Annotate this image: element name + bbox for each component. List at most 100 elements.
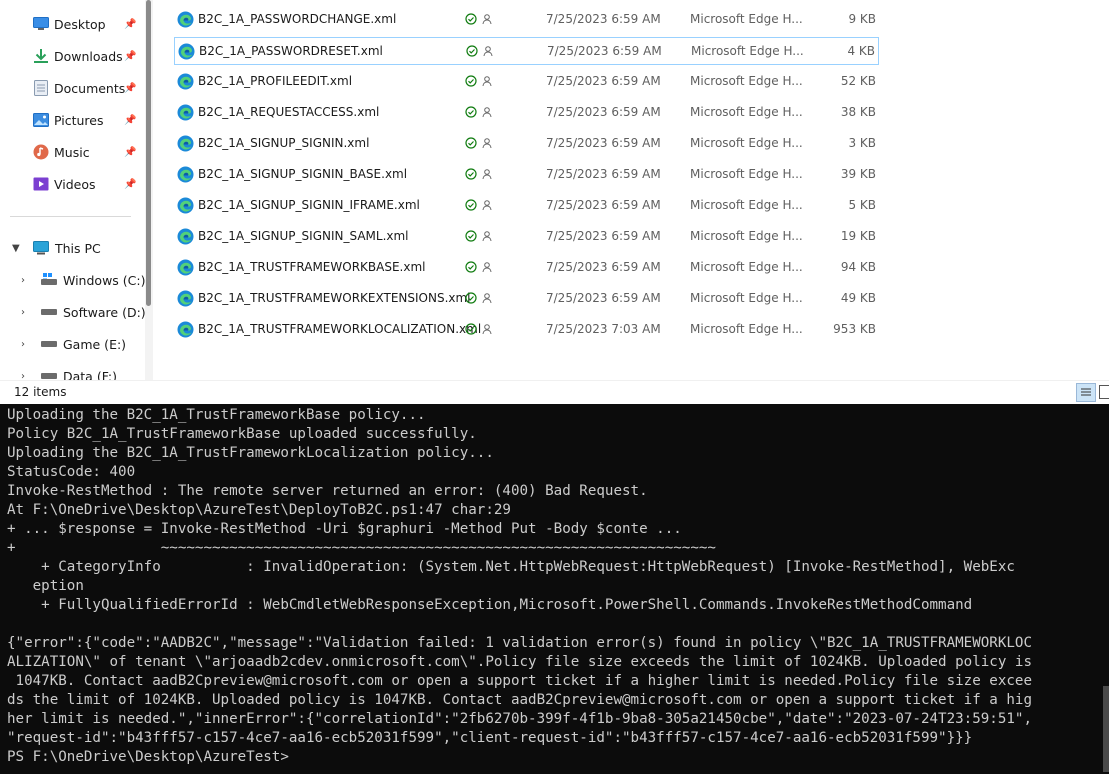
chevron-right-icon[interactable]: › <box>21 275 25 286</box>
nav-label-pictures: Pictures <box>54 112 104 128</box>
terminal-scrollbar[interactable] <box>1103 686 1109 772</box>
sync-status-icon <box>466 45 478 57</box>
edge-html-icon <box>177 166 194 183</box>
details-view-icon <box>1081 388 1091 396</box>
nav-label-drive-d: Software (D:) <box>63 304 145 320</box>
nav-item-drive-e[interactable]: › Game (E:) <box>0 330 145 358</box>
file-size: 5 KB <box>848 198 876 212</box>
file-list[interactable]: B2C_1A_PASSWORDCHANGE.xml 7/25/2023 6:59… <box>170 0 890 380</box>
file-type: Microsoft Edge H... <box>690 291 803 305</box>
terminal-line: 1047KB. Contact aadB2Cpreview@microsoft.… <box>7 673 1032 689</box>
drive-icon <box>41 304 57 320</box>
pin-icon[interactable]: 📌 <box>124 83 136 94</box>
file-date: 7/25/2023 6:59 AM <box>546 198 661 212</box>
powershell-terminal[interactable]: Uploading the B2C_1A_TrustFrameworkBase … <box>0 404 1109 774</box>
terminal-line: her limit is needed.","innerError":{"cor… <box>7 711 1032 727</box>
shared-person-icon <box>482 324 492 335</box>
file-date: 7/25/2023 6:59 AM <box>546 105 661 119</box>
nav-item-drive-d[interactable]: › Software (D:) <box>0 298 145 326</box>
nav-item-drive-f[interactable]: › Data (F:) <box>0 362 145 381</box>
file-row[interactable]: B2C_1A_SIGNUP_SIGNIN.xml 7/25/2023 6:59 … <box>174 130 879 158</box>
nav-item-documents[interactable]: Documents 📌 <box>0 74 145 102</box>
nav-label-drive-f: Data (F:) <box>63 368 118 381</box>
pin-icon[interactable]: 📌 <box>124 19 136 30</box>
file-name: B2C_1A_SIGNUP_SIGNIN.xml <box>198 136 370 150</box>
sync-status-icon <box>465 106 477 118</box>
this-pc-icon <box>33 240 49 256</box>
shared-person-icon <box>482 76 492 87</box>
nav-scrollbar-thumb[interactable] <box>146 0 151 306</box>
edge-html-icon <box>177 104 194 121</box>
nav-label-documents: Documents <box>54 80 126 96</box>
file-row[interactable]: B2C_1A_TRUSTFRAMEWORKBASE.xml 7/25/2023 … <box>174 254 879 282</box>
terminal-line: {"error":{"code":"AADB2C","message":"Val… <box>7 635 1032 651</box>
file-row[interactable]: B2C_1A_TRUSTFRAMEWORKLOCALIZATION.xml 7/… <box>174 316 879 344</box>
status-bar: 12 items <box>0 380 1109 405</box>
sync-status-icon <box>465 199 477 211</box>
sync-status-icon <box>465 75 477 87</box>
file-date: 7/25/2023 7:03 AM <box>546 322 661 336</box>
shared-person-icon <box>483 46 493 57</box>
windows-drive-icon <box>41 272 57 288</box>
nav-item-pictures[interactable]: Pictures 📌 <box>0 106 145 134</box>
terminal-line: ALIZATION\" of tenant \"arjoaadb2cdev.on… <box>7 654 1032 670</box>
navigation-pane[interactable]: Desktop 📌 Downloads 📌 Documents 📌 Pictur… <box>0 0 145 380</box>
nav-item-downloads[interactable]: Downloads 📌 <box>0 42 145 70</box>
nav-label-music: Music <box>54 144 90 160</box>
file-row[interactable]: B2C_1A_PASSWORDCHANGE.xml 7/25/2023 6:59… <box>174 6 879 34</box>
terminal-line: PS F:\OneDrive\Desktop\AzureTest> <box>7 749 289 765</box>
file-name: B2C_1A_PASSWORDRESET.xml <box>199 44 383 58</box>
file-name: B2C_1A_TRUSTFRAMEWORKBASE.xml <box>198 260 426 274</box>
file-name: B2C_1A_SIGNUP_SIGNIN_IFRAME.xml <box>198 198 420 212</box>
details-view-button[interactable] <box>1076 383 1096 402</box>
videos-icon <box>33 176 49 192</box>
pin-icon[interactable]: 📌 <box>124 147 136 158</box>
file-size: 9 KB <box>848 12 876 26</box>
file-type: Microsoft Edge H... <box>690 136 803 150</box>
file-type: Microsoft Edge H... <box>690 198 803 212</box>
chevron-right-icon[interactable]: › <box>21 371 25 381</box>
file-row[interactable]: B2C_1A_TRUSTFRAMEWORKEXTENSIONS.xml 7/25… <box>174 285 879 313</box>
file-type: Microsoft Edge H... <box>690 105 803 119</box>
shared-person-icon <box>482 14 492 25</box>
chevron-right-icon[interactable]: › <box>21 307 25 318</box>
edge-html-icon <box>177 321 194 338</box>
chevron-down-icon[interactable]: ▼ <box>12 243 20 254</box>
file-date: 7/25/2023 6:59 AM <box>546 229 661 243</box>
sync-status-icon <box>465 168 477 180</box>
file-type: Microsoft Edge H... <box>690 74 803 88</box>
documents-icon <box>33 80 49 96</box>
pin-icon[interactable]: 📌 <box>124 51 136 62</box>
file-type: Microsoft Edge H... <box>690 260 803 274</box>
file-size: 39 KB <box>840 167 876 181</box>
file-size: 94 KB <box>840 260 876 274</box>
file-row[interactable]: B2C_1A_PASSWORDRESET.xml 7/25/2023 6:59 … <box>174 37 879 65</box>
file-row[interactable]: B2C_1A_SIGNUP_SIGNIN_IFRAME.xml 7/25/202… <box>174 192 879 220</box>
nav-item-music[interactable]: Music 📌 <box>0 138 145 166</box>
nav-item-desktop[interactable]: Desktop 📌 <box>0 10 145 38</box>
pin-icon[interactable]: 📌 <box>124 115 136 126</box>
terminal-line: + FullyQualifiedErrorId : WebCmdletWebRe… <box>7 597 973 613</box>
edge-html-icon <box>177 228 194 245</box>
pin-icon[interactable]: 📌 <box>124 179 136 190</box>
file-row[interactable]: B2C_1A_PROFILEEDIT.xml 7/25/2023 6:59 AM… <box>174 68 879 96</box>
chevron-right-icon[interactable]: › <box>21 339 25 350</box>
shared-person-icon <box>482 231 492 242</box>
nav-item-this-pc[interactable]: ▼ This PC <box>0 234 145 262</box>
terminal-line: Uploading the B2C_1A_TrustFrameworkLocal… <box>7 445 494 461</box>
nav-label-this-pc: This PC <box>55 240 101 256</box>
nav-label-downloads: Downloads <box>54 48 123 64</box>
shared-person-icon <box>482 107 492 118</box>
sync-status-icon <box>465 137 477 149</box>
file-size: 19 KB <box>840 229 876 243</box>
file-row[interactable]: B2C_1A_SIGNUP_SIGNIN_BASE.xml 7/25/2023 … <box>174 161 879 189</box>
desktop-icon <box>33 16 49 32</box>
tiles-view-button[interactable] <box>1099 385 1109 399</box>
nav-item-drive-c[interactable]: › Windows (C:) <box>0 266 145 294</box>
nav-item-videos[interactable]: Videos 📌 <box>0 170 145 198</box>
file-size: 49 KB <box>840 291 876 305</box>
file-date: 7/25/2023 6:59 AM <box>546 136 661 150</box>
file-row[interactable]: B2C_1A_SIGNUP_SIGNIN_SAML.xml 7/25/2023 … <box>174 223 879 251</box>
edge-html-icon <box>177 73 194 90</box>
file-row[interactable]: B2C_1A_REQUESTACCESS.xml 7/25/2023 6:59 … <box>174 99 879 127</box>
